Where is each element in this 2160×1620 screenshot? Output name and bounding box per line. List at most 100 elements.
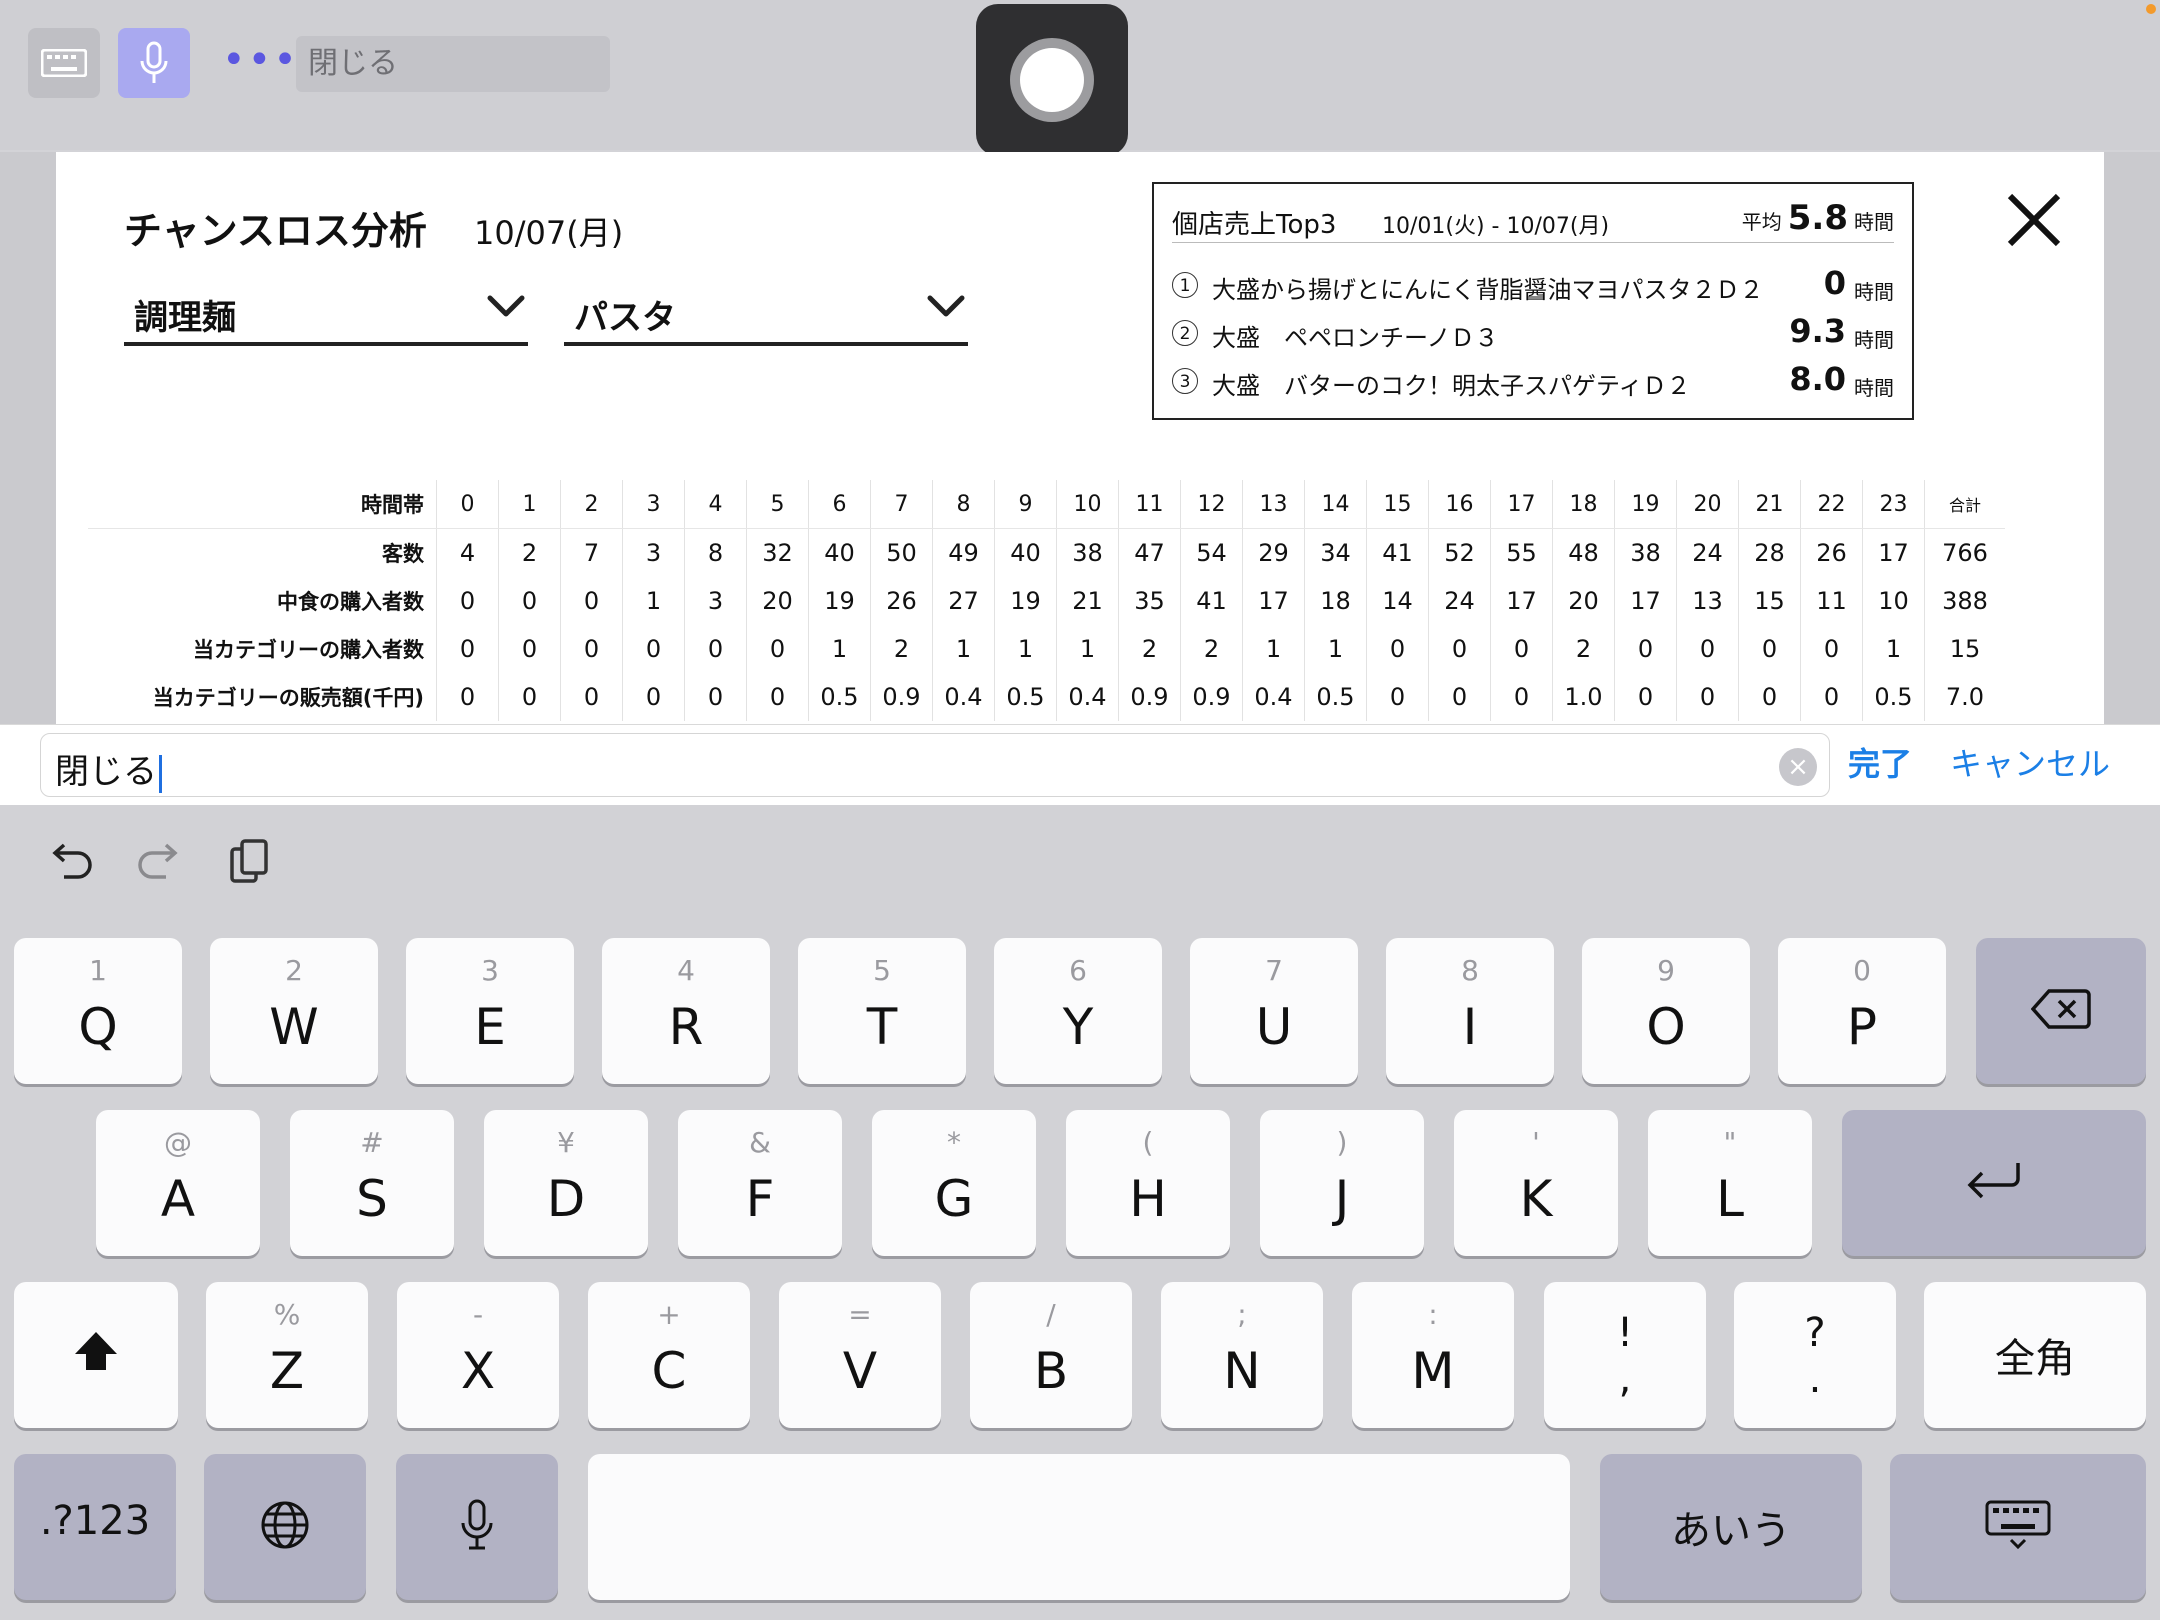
chevron-down-icon [927, 295, 965, 317]
dictation-text-field[interactable]: 閉じる [296, 36, 610, 92]
shift-key[interactable] [14, 1282, 178, 1428]
globe-key[interactable] [204, 1454, 366, 1600]
key-v[interactable]: = V [779, 1282, 941, 1428]
key-alt-label: : [1428, 1298, 1438, 1331]
key-s[interactable]: # S [290, 1110, 454, 1256]
table-cell: 0.9 [1118, 673, 1181, 721]
hour-cell: 3 [622, 480, 685, 529]
return-key[interactable] [1842, 1110, 2146, 1256]
backspace-key[interactable] [1976, 938, 2146, 1084]
key-u[interactable]: 7U [1190, 938, 1358, 1084]
rank-badge: 1 [1172, 272, 1198, 298]
loss-hours: 8.0 [1789, 360, 1846, 398]
key-g[interactable]: * G [872, 1110, 1036, 1256]
more-options-icon[interactable]: ••• [222, 40, 299, 80]
hour-cell: 2 [560, 480, 623, 529]
key-alt-label: ; [1237, 1298, 1247, 1331]
table-cell: 40 [808, 528, 871, 577]
key-a[interactable]: @ A [96, 1110, 260, 1256]
key-l[interactable]: " L [1648, 1110, 1812, 1256]
text-input-field[interactable]: 閉じる × [40, 733, 1830, 797]
key-alt-label: 0 [1853, 954, 1871, 987]
table-cell: 0.9 [870, 673, 933, 721]
average-unit: 時間 [1854, 210, 1894, 234]
paste-icon[interactable] [222, 835, 278, 891]
key-e[interactable]: 3E [406, 938, 574, 1084]
done-button[interactable]: 完了 [1848, 739, 1912, 785]
close-icon[interactable] [2002, 188, 2066, 252]
numbers-key[interactable]: .?123 [14, 1454, 176, 1600]
table-cell: 0 [1366, 625, 1429, 673]
hour-header-row: 時間帯 0 1 2 3 4 5 6 7 8 9 10 11 12 13 14 15 16 17 18 19 20 21 22 2… [88, 480, 2005, 529]
key-x[interactable]: -X [397, 1282, 559, 1428]
key-o[interactable]: 9O [1582, 938, 1750, 1084]
table-cell: 1.0 [1552, 673, 1615, 721]
table-cell: 13 [1676, 577, 1739, 625]
keyboard-toggle-button[interactable] [28, 28, 100, 98]
assistive-touch-button[interactable] [976, 4, 1128, 156]
table-cell: 0.9 [1180, 673, 1243, 721]
table-cell: 47 [1118, 528, 1181, 577]
hour-cell: 17 [1490, 480, 1553, 529]
key-label: E [474, 998, 506, 1056]
key-r[interactable]: 4R [602, 938, 770, 1084]
category-dropdown[interactable]: 調理麺 [124, 280, 528, 346]
key-j[interactable]: ) J [1260, 1110, 1424, 1256]
key-h[interactable]: (H [1066, 1110, 1230, 1256]
key-y[interactable]: 6Y [994, 938, 1162, 1084]
key-label: V [842, 1342, 878, 1400]
table-cell: 0.5 [994, 673, 1057, 721]
hour-cell: 9 [994, 480, 1057, 529]
top3-item: 3 大盛 バターのコク！明太子スパゲティＤ２ 8.0 時間 [1172, 360, 1894, 404]
key-label: D [546, 1170, 586, 1228]
key-c[interactable]: + C [588, 1282, 750, 1428]
table-cell: 15 [1738, 577, 1801, 625]
key-f[interactable]: & F [678, 1110, 842, 1256]
key-z[interactable]: % Z [206, 1282, 368, 1428]
dictation-mic-button[interactable] [118, 28, 190, 98]
key-label: F [745, 1170, 775, 1228]
delete-icon [2030, 987, 2091, 1035]
key-k[interactable]: ' K [1454, 1110, 1618, 1256]
key-n[interactable]: ; N [1161, 1282, 1323, 1428]
average-label: 平均 [1741, 210, 1782, 234]
table-cell: 0 [1800, 625, 1863, 673]
table-cell: 28 [1738, 528, 1801, 577]
key-w[interactable]: 2W [210, 938, 378, 1084]
hour-cell: 6 [808, 480, 871, 529]
key-alt-label: 7 [1265, 954, 1283, 987]
dictation-key[interactable] [396, 1454, 558, 1600]
hours-unit: 時間 [1854, 280, 1894, 304]
subcategory-dropdown[interactable]: パスタ [564, 280, 968, 346]
table-cell: 0 [622, 625, 685, 673]
space-bar[interactable] [588, 1454, 1570, 1600]
hours-unit: 時間 [1854, 376, 1894, 400]
zenkaku-key[interactable]: 全角 [1924, 1282, 2146, 1428]
key-i[interactable]: 8I [1386, 938, 1554, 1084]
hour-cell: 21 [1738, 480, 1801, 529]
key-m[interactable]: :M [1352, 1282, 1514, 1428]
top3-average: 平均 5.8 時間 [1742, 198, 1894, 238]
key-d[interactable]: ¥ D [484, 1110, 648, 1256]
category-dropdown-label: 調理麺 [134, 298, 236, 338]
cancel-button[interactable]: キャンセル [1950, 739, 2110, 785]
clear-text-icon[interactable]: × [1779, 748, 1817, 786]
key-alt-label: ' [1532, 1126, 1540, 1159]
key-q[interactable]: 1Q [14, 938, 182, 1084]
key-exclamation[interactable]: !, [1544, 1282, 1706, 1428]
top3-header: 個店売上Top3 10/01(火) - 10/07(月) 平均 5.8 時間 [1172, 198, 1894, 243]
kana-key[interactable]: あいう [1600, 1454, 1862, 1600]
table-cell: 0 [1428, 625, 1491, 673]
undo-icon[interactable] [42, 835, 98, 891]
table-cell: 0.5 [808, 673, 871, 721]
top3-item: 1 大盛から揚げとにんにく背脂醤油マヨパスタ２Ｄ２ 0 時間 [1172, 264, 1894, 308]
key-question[interactable]: ?. [1734, 1282, 1896, 1428]
key-t[interactable]: 5T [798, 938, 966, 1084]
table-cell: 18 [1304, 577, 1367, 625]
hide-keyboard-key[interactable] [1890, 1454, 2146, 1600]
redo-icon[interactable] [132, 835, 188, 891]
key-label: L [1716, 1170, 1744, 1228]
key-b[interactable]: / B [970, 1282, 1132, 1428]
table-cell: 0.4 [932, 673, 995, 721]
key-p[interactable]: 0P [1778, 938, 1946, 1084]
